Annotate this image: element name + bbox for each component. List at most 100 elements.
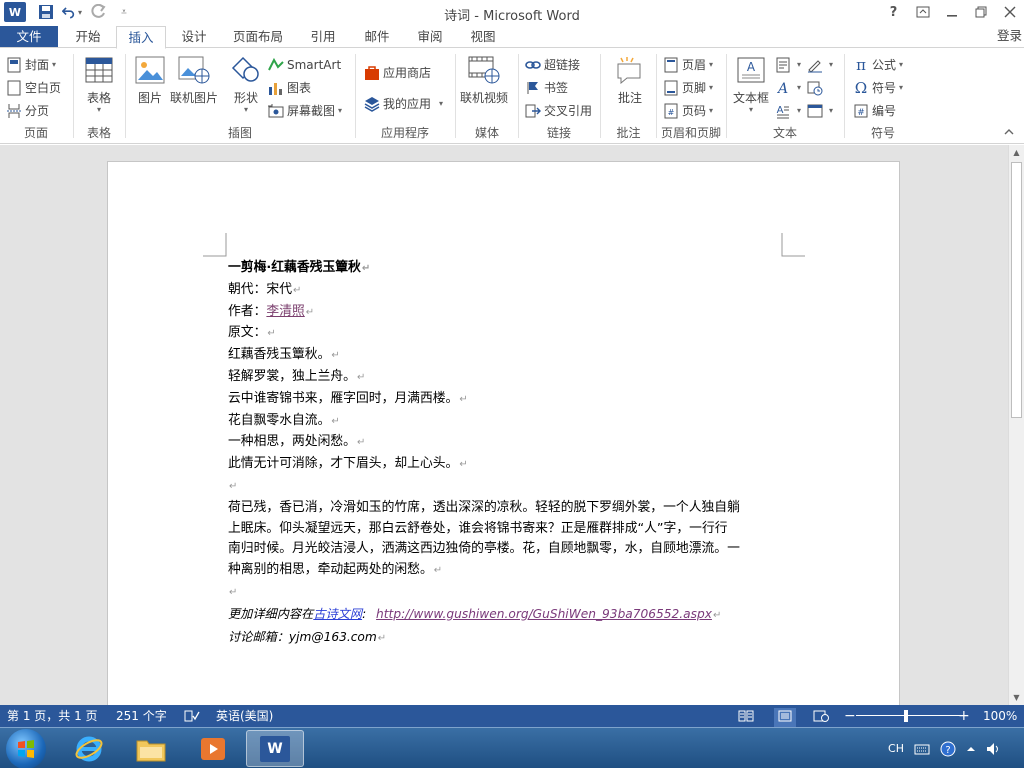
online-video-button[interactable]: 联机视频: [460, 54, 508, 106]
language-indicator[interactable]: 英语(美国): [216, 705, 273, 727]
new-comment-button[interactable]: 批注: [614, 54, 646, 106]
document-body[interactable]: 一剪梅·红藕香残玉簟秋↵ 朝代：宋代↵ 作者：李清照↵ 原文：↵ 红藕香残玉簟秋…: [228, 258, 788, 649]
page-break-button[interactable]: 分页: [6, 100, 49, 121]
header-icon: [663, 57, 679, 73]
tab-file[interactable]: 文件: [0, 26, 58, 48]
paragraph-mark: ↵: [356, 437, 366, 449]
customize-qat-icon[interactable]: ⩡: [114, 2, 134, 22]
document-area[interactable]: 一剪梅·红藕香残玉簟秋↵ 朝代：宋代↵ 作者：李清照↵ 原文：↵ 红藕香残玉簟秋…: [0, 145, 1008, 705]
blank-page-button[interactable]: 空白页: [6, 77, 61, 98]
vertical-scrollbar[interactable]: ▲ ▼: [1008, 145, 1024, 705]
word-app-icon[interactable]: W: [4, 2, 26, 22]
number-button[interactable]: # 编号: [853, 100, 896, 121]
undo-icon[interactable]: ▾: [62, 2, 82, 22]
quick-parts-button[interactable]: ▾: [775, 54, 801, 75]
close-icon[interactable]: [995, 0, 1024, 24]
source-url-link[interactable]: http://www.gushiwen.org/GuShiWen_93ba706…: [376, 607, 712, 621]
taskbar-internet-explorer[interactable]: [60, 730, 118, 767]
tab-home[interactable]: 开始: [62, 26, 114, 48]
keyboard-icon[interactable]: [914, 743, 930, 755]
footer-button[interactable]: 页脚 ▾: [663, 77, 713, 98]
group-pages-label: 页面: [23, 126, 48, 140]
minimize-icon[interactable]: [937, 0, 966, 24]
page-number-button[interactable]: # 页码 ▾: [663, 100, 713, 121]
app-store-button[interactable]: 应用商店: [364, 62, 431, 83]
tab-review[interactable]: 审阅: [406, 26, 454, 48]
screenshot-button[interactable]: 屏幕截图 ▾: [268, 100, 342, 121]
quick-access-toolbar: W ▾ ⩡: [4, 2, 140, 22]
equation-button[interactable]: π 公式 ▾: [853, 54, 903, 75]
hyperlink-button[interactable]: 超链接: [525, 54, 580, 75]
zoom-out-button[interactable]: −: [844, 705, 856, 727]
page-count[interactable]: 第 1 页，共 1 页: [7, 705, 98, 727]
gushiwen-site-link[interactable]: 古诗文网: [313, 607, 362, 621]
my-apps-label: 我的应用: [383, 97, 432, 111]
online-picture-button[interactable]: 联机图片: [170, 54, 218, 106]
tab-insert[interactable]: 插入: [116, 26, 166, 49]
show-hidden-icons-icon[interactable]: [966, 745, 976, 753]
word-count[interactable]: 251 个字: [116, 705, 167, 727]
textbox-button[interactable]: A 文本框 ▾: [733, 54, 769, 114]
tab-page-layout[interactable]: 页面布局: [224, 26, 292, 48]
paragraph-mark: ↵: [377, 632, 387, 644]
scroll-up-arrow-icon[interactable]: ▲: [1009, 145, 1024, 160]
author-link[interactable]: 李清照: [266, 304, 304, 319]
restore-icon[interactable]: [966, 0, 995, 24]
login-link[interactable]: 登录: [997, 26, 1022, 46]
read-mode-icon[interactable]: [738, 710, 754, 725]
save-icon[interactable]: [36, 2, 56, 22]
paragraph-mark: ↵: [361, 263, 371, 274]
zoom-level[interactable]: 100%: [983, 705, 1017, 727]
help-button[interactable]: ?: [879, 0, 908, 24]
cross-reference-button[interactable]: 交叉引用: [525, 100, 592, 121]
wordart-button[interactable]: A ▾: [775, 77, 801, 98]
smartart-button[interactable]: SmartArt: [268, 54, 341, 75]
textbox-icon: A: [735, 54, 767, 86]
poem-line: 花自飘零水自流。↵: [228, 411, 788, 433]
print-layout-icon[interactable]: [774, 708, 796, 727]
tab-references[interactable]: 引用: [298, 26, 348, 48]
tab-view[interactable]: 视图: [458, 26, 508, 48]
proofing-icon[interactable]: [184, 710, 200, 725]
zoom-in-button[interactable]: +: [958, 705, 970, 727]
collapse-ribbon-icon[interactable]: [1004, 126, 1014, 139]
new-comment-label: 批注: [617, 91, 642, 105]
scrollbar-thumb[interactable]: [1011, 162, 1022, 418]
bookmark-button[interactable]: 书签: [525, 77, 568, 98]
document-page[interactable]: 一剪梅·红藕香残玉簟秋↵ 朝代：宋代↵ 作者：李清照↵ 原文：↵ 红藕香残玉簟秋…: [107, 161, 900, 705]
ribbon-display-options-icon[interactable]: [908, 0, 937, 24]
header-button[interactable]: 页眉 ▾: [663, 54, 713, 75]
table-button[interactable]: 表格 ▾: [83, 54, 115, 114]
svg-text:A: A: [776, 81, 788, 96]
help-circle-icon[interactable]: ?: [940, 741, 956, 757]
taskbar-file-explorer[interactable]: [122, 730, 180, 767]
group-links: 超链接 书签 交叉引用 链接: [519, 48, 599, 144]
scroll-down-arrow-icon[interactable]: ▼: [1009, 690, 1024, 705]
tab-design[interactable]: 设计: [170, 26, 218, 48]
volume-icon[interactable]: [986, 742, 1002, 756]
shapes-button[interactable]: 形状 ▾: [230, 54, 262, 114]
redo-icon[interactable]: [88, 2, 108, 22]
symbol-button[interactable]: Ω 符号 ▾: [853, 77, 903, 98]
web-layout-icon[interactable]: [813, 710, 829, 725]
picture-button[interactable]: 图片: [134, 54, 166, 106]
quick-parts-icon: [775, 57, 791, 73]
my-apps-button[interactable]: 我的应用 ▾: [364, 93, 443, 114]
ime-indicator[interactable]: CH: [888, 742, 904, 755]
start-button[interactable]: [6, 729, 46, 768]
chart-button[interactable]: 图表: [268, 77, 311, 98]
zoom-slider-track[interactable]: [856, 715, 964, 716]
taskbar-media-player[interactable]: [184, 730, 242, 767]
signature-line-button[interactable]: ▾: [807, 54, 833, 75]
poem-line-text: 轻解罗裳，独上兰舟。: [228, 368, 356, 384]
drop-cap-button[interactable]: A ▾: [775, 100, 801, 121]
paragraph-mark: ↵: [433, 565, 443, 577]
taskbar-word[interactable]: W: [246, 730, 304, 767]
tab-mailings[interactable]: 邮件: [352, 26, 402, 48]
zoom-slider-thumb[interactable]: [904, 710, 908, 722]
cover-page-button[interactable]: 封面 ▾: [6, 54, 56, 75]
group-symbols-label: 符号: [870, 126, 895, 140]
window-controls: ?: [879, 0, 1024, 24]
object-button[interactable]: ▾: [807, 100, 833, 121]
date-time-button[interactable]: [807, 77, 826, 98]
